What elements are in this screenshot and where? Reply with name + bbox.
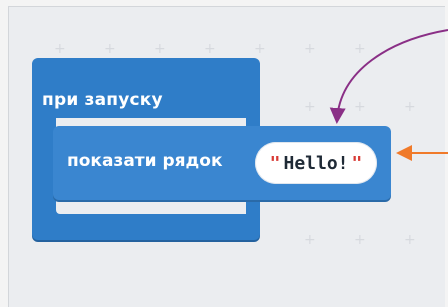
string-value-text: Hello! bbox=[283, 152, 349, 174]
string-value-field[interactable]: " Hello! " bbox=[255, 142, 377, 184]
show-string-label: показати рядок bbox=[67, 151, 223, 171]
grid-marker: + bbox=[404, 99, 416, 115]
grid-marker: + bbox=[354, 232, 366, 248]
grid-marker: + bbox=[354, 41, 366, 57]
close-quote: " bbox=[351, 152, 363, 174]
on-start-label: при запуску bbox=[42, 90, 163, 110]
grid-marker: + bbox=[354, 99, 366, 115]
grid-marker: + bbox=[304, 41, 316, 57]
grid-marker: + bbox=[254, 41, 266, 57]
grid-marker: + bbox=[304, 99, 316, 115]
grid-marker: + bbox=[404, 232, 416, 248]
open-quote: " bbox=[269, 152, 281, 174]
show-string-block[interactable]: показати рядок " Hello! " bbox=[53, 126, 391, 200]
grid-marker: + bbox=[54, 41, 66, 57]
grid-marker: + bbox=[304, 232, 316, 248]
grid-marker: + bbox=[154, 41, 166, 57]
grid-marker: + bbox=[104, 41, 116, 57]
grid-marker: + bbox=[204, 41, 216, 57]
